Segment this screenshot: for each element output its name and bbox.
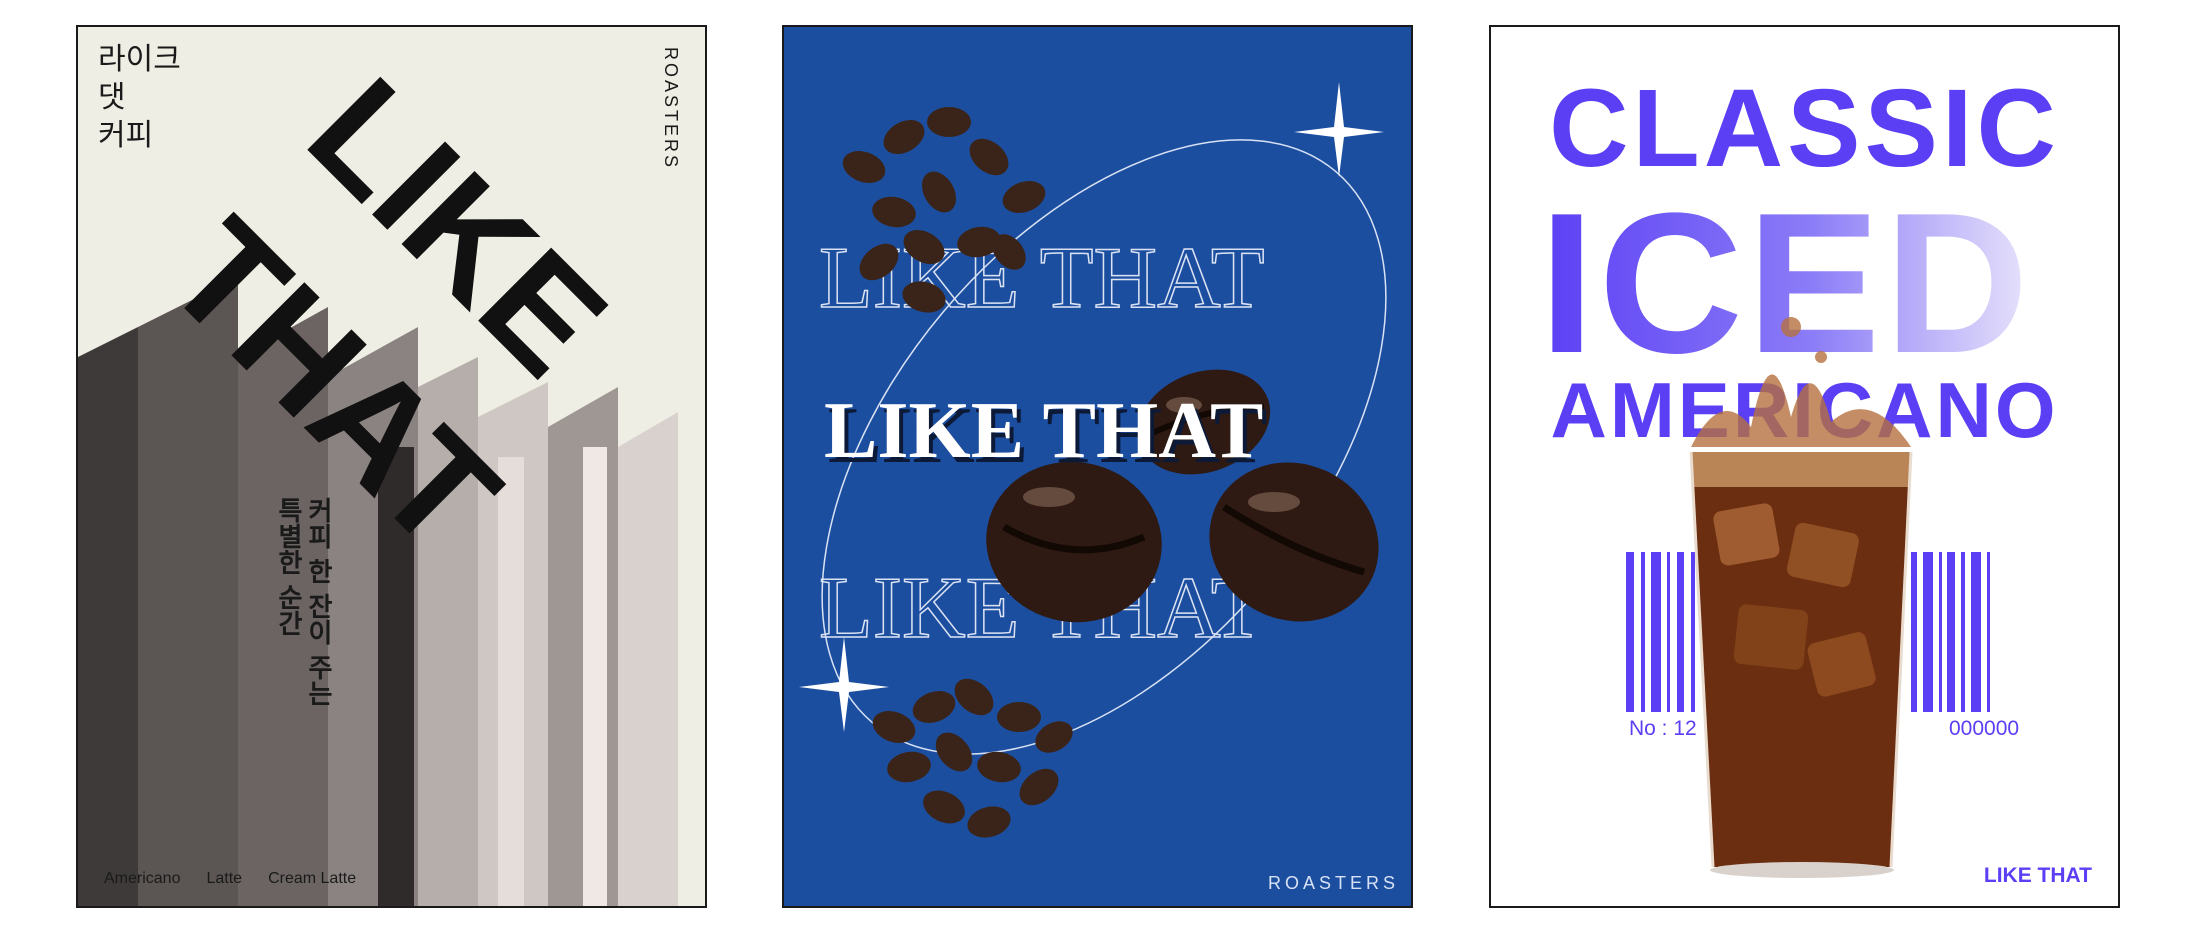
menu-item: Americano — [104, 870, 181, 887]
brand-like-that: LIKE THAT — [1983, 864, 2092, 887]
sparkle-icon — [1294, 82, 1384, 177]
extruded-like-that-artwork: LIKE THAT — [78, 46, 678, 906]
poster-iced-americano: CLASSIC ICED AMERICANO — [1489, 25, 2120, 908]
menu-item: Cream Latte — [268, 870, 357, 887]
coffee-bean-artwork: LIKE THAT LIKE THAT LIKE THAT LIKE THAT — [799, 82, 1387, 838]
headline: LIKE THAT — [824, 387, 1263, 475]
poster-like-that-3d: LIKE THAT 라이크 댓 커피 ROASTERS 커피 한 잔이 주는 특… — [76, 25, 707, 908]
barcode-number: No : 12 000000 — [1629, 717, 2020, 740]
glass-of-iced-coffee — [1689, 317, 1913, 878]
korean-slogan: 커피 한 잔이 주는 특별한 순간 — [273, 497, 333, 707]
roasters-label: ROASTERS — [1267, 873, 1399, 893]
bean-cluster-bottom — [872, 678, 1073, 838]
korean-title: 라이크 댓 커피 — [98, 42, 181, 153]
menu-item: Latte — [206, 870, 243, 887]
iced-coffee-artwork — [1626, 317, 1990, 878]
poster-coffee-beans: LIKE THAT LIKE THAT LIKE THAT LIKE THAT … — [782, 25, 1413, 908]
menu-list: Americano Latte Cream Latte — [104, 870, 356, 888]
roasters-label: ROASTERS — [661, 47, 681, 171]
